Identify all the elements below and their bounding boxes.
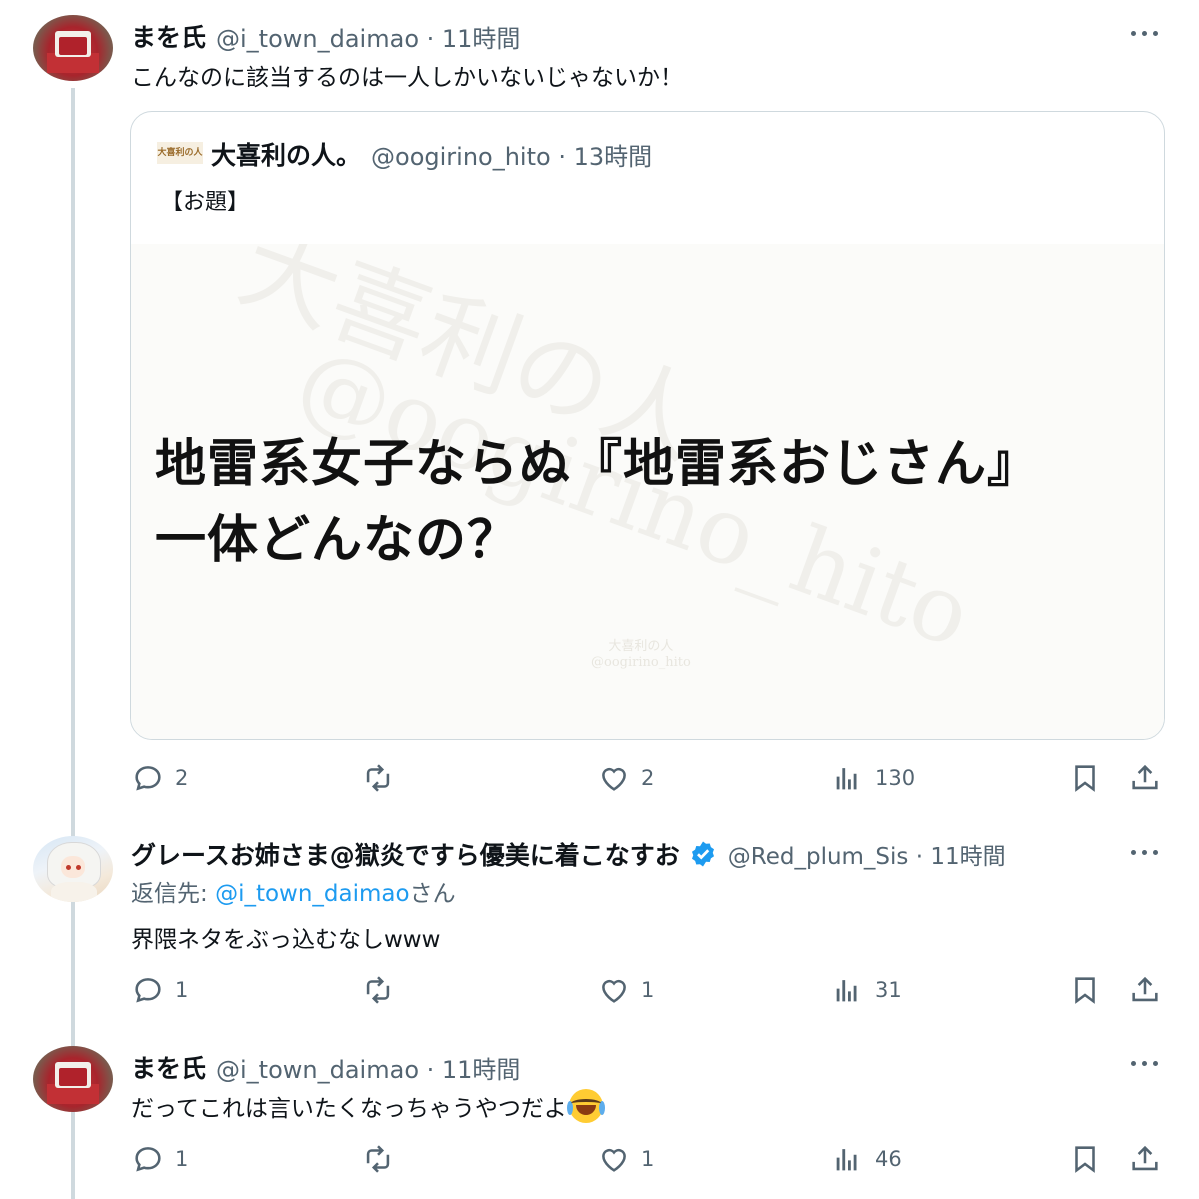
- quoted-text: 【お題】: [161, 190, 250, 215]
- share-icon: [1132, 764, 1158, 790]
- more-icon[interactable]: [1129, 847, 1163, 857]
- quote-tweet-card[interactable]: 大喜利の人 大喜利の人。 @oogirino_hito · 13時間 【お題】 …: [130, 111, 1165, 740]
- action-bar: 2 2 130: [131, 760, 1163, 796]
- handle-and-time[interactable]: @Red_plum_Sis · 11時間: [728, 837, 1006, 871]
- reply-icon: [135, 978, 161, 1003]
- bookmark-icon: [1075, 1146, 1095, 1173]
- handle-and-time[interactable]: @i_town_daimao · 11時間: [216, 1050, 520, 1085]
- action-bar: 1 1 46: [131, 1141, 1163, 1177]
- retweet-button[interactable]: [361, 972, 395, 1008]
- like-icon: [602, 767, 626, 791]
- action-bar: 1 1 31: [131, 972, 1163, 1008]
- thread-line: [71, 88, 75, 1199]
- reply-to-link[interactable]: @i_town_daimao: [215, 881, 410, 907]
- tweet-text-row: だってこれは言いたくなっちゃうやつだよ: [131, 1089, 605, 1123]
- retweet-icon: [366, 764, 390, 792]
- reply-context: 返信先: @i_town_daimaoさん: [131, 881, 456, 907]
- quoted-display-name: 大喜利の人。: [211, 141, 362, 170]
- retweet-icon: [366, 1145, 390, 1173]
- display-name[interactable]: まを氏: [131, 1049, 206, 1085]
- views-icon: [836, 1149, 857, 1171]
- avatar[interactable]: [33, 15, 113, 81]
- tweet-text: だってこれは言いたくなっちゃうやつだよ: [131, 1096, 567, 1122]
- reply-button[interactable]: 1: [131, 972, 188, 1008]
- reply-button[interactable]: 1: [131, 1141, 188, 1177]
- views-icon: [836, 768, 857, 790]
- retweet-button[interactable]: [361, 760, 395, 796]
- display-name[interactable]: グレースお姉さま@獄炎ですら優美に着こなすお: [131, 836, 680, 872]
- like-icon: [602, 1148, 626, 1172]
- tweet-header: まを氏 @i_town_daimao · 11時間: [131, 18, 520, 54]
- views-button[interactable]: 46: [831, 1141, 902, 1177]
- bookmark-icon: [1075, 765, 1095, 792]
- image-headline: 一体どんなの？: [155, 510, 520, 570]
- like-icon: [602, 979, 626, 1003]
- retweet-button[interactable]: [361, 1141, 395, 1177]
- views-button[interactable]: 130: [831, 760, 915, 796]
- handle-and-time[interactable]: @i_town_daimao · 11時間: [216, 19, 520, 54]
- tweet-header: まを氏 @i_town_daimao · 11時間: [131, 1049, 520, 1085]
- more-icon[interactable]: [1129, 28, 1163, 38]
- share-icon: [1132, 976, 1158, 1002]
- quoted-image[interactable]: 大喜利の人。 @oogirino_hito 地雷系女子ならぬ『地雷系おじさん』 …: [131, 244, 1164, 739]
- small-watermark: 大喜利の人 @oogirino_hito: [591, 639, 691, 670]
- avatar[interactable]: [33, 1046, 113, 1112]
- share-icon: [1132, 1145, 1158, 1171]
- quoted-handle-and-time: @oogirino_hito · 13時間: [371, 142, 653, 171]
- reply-icon: [135, 766, 161, 791]
- bookmark-button[interactable]: [1068, 760, 1102, 796]
- share-button[interactable]: [1128, 1141, 1162, 1177]
- tweet-text: 界隈ネタをぶっ込むなしwww: [131, 927, 441, 953]
- quoted-header: 大喜利の人。 @oogirino_hito · 13時間: [211, 136, 652, 172]
- tears-of-joy-emoji: [566, 1089, 605, 1123]
- tweet-text: こんなのに該当するのは一人しかいないじゃないか！: [131, 65, 683, 91]
- like-button[interactable]: 1: [597, 1141, 654, 1177]
- views-icon: [836, 980, 857, 1002]
- reply-button[interactable]: 2: [131, 760, 188, 796]
- quoted-avatar-logo: 大喜利の人: [157, 142, 203, 164]
- like-button[interactable]: 2: [597, 760, 654, 796]
- display-name[interactable]: まを氏: [131, 18, 206, 54]
- bookmark-button[interactable]: [1068, 1141, 1102, 1177]
- image-headline: 地雷系女子ならぬ『地雷系おじさん』: [155, 434, 1040, 494]
- tweet-header: グレースお姉さま@獄炎ですら優美に着こなすお @Red_plum_Sis · 1…: [131, 836, 1006, 872]
- avatar[interactable]: [33, 836, 113, 902]
- retweet-icon: [366, 976, 390, 1004]
- views-button[interactable]: 31: [831, 972, 902, 1008]
- reply-icon: [135, 1147, 161, 1172]
- like-button[interactable]: 1: [597, 972, 654, 1008]
- verified-badge-icon: [691, 841, 714, 867]
- bookmark-button[interactable]: [1068, 972, 1102, 1008]
- bookmark-icon: [1075, 977, 1095, 1004]
- share-button[interactable]: [1128, 972, 1162, 1008]
- more-icon[interactable]: [1129, 1058, 1163, 1068]
- share-button[interactable]: [1128, 760, 1162, 796]
